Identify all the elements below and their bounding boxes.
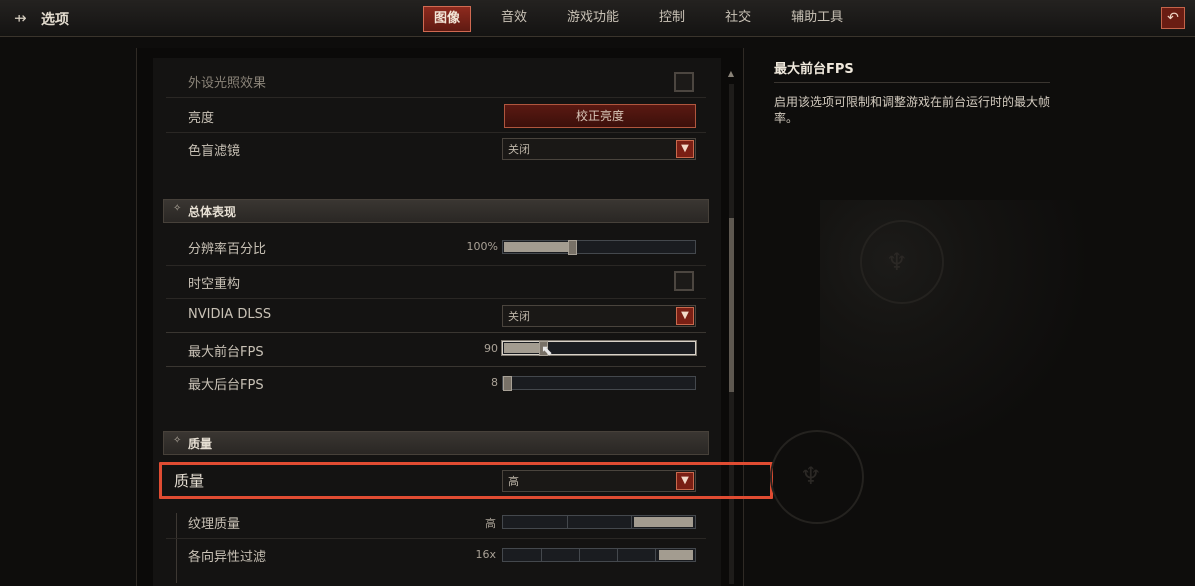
ambient-light-checkbox[interactable] [674, 72, 694, 92]
anisotropic-filtering-label: 各向异性过滤 [188, 550, 267, 565]
texture-quality-slider[interactable] [502, 515, 696, 529]
row-divider [166, 332, 706, 333]
colorblind-filter-label: 色盲滤镜 [188, 144, 241, 159]
tab-bar: 图像 音效 游戏功能 控制 社交 辅助工具 [423, 6, 873, 32]
highlight-annotation-box [159, 462, 773, 499]
section-quality[interactable]: ✧ 质量 [163, 431, 709, 455]
tab-graphics[interactable]: 图像 [423, 6, 472, 32]
anisotropic-filtering-value: 16x [475, 548, 496, 561]
slider-tick [655, 549, 656, 561]
row-divider [166, 265, 706, 266]
slider-fill [504, 242, 571, 252]
colorblind-filter-dropdown[interactable]: 关闭 ▼ [502, 138, 696, 160]
tab-accessibility[interactable]: 辅助工具 [781, 6, 853, 30]
slider-tick [567, 516, 568, 528]
slider-tick [631, 516, 632, 528]
tab-controls[interactable]: 控制 [649, 6, 695, 30]
dropdown-arrow-icon: ▼ [676, 140, 694, 158]
max-background-fps-value: 8 [491, 376, 498, 389]
temporal-reconstruction-checkbox[interactable] [674, 271, 694, 291]
slider-fill [659, 550, 693, 560]
subsetting-guide-line [176, 513, 177, 583]
dropdown-value: 关闭 [508, 143, 530, 156]
scroll-up-arrow-icon[interactable]: ▲ [726, 68, 736, 80]
section-title: 质量 [188, 437, 213, 451]
mouse-cursor-icon: ⬉ [541, 343, 553, 359]
texture-quality-value: 高 [485, 517, 496, 530]
description-title: 最大前台FPS [774, 62, 854, 77]
brightness-label: 亮度 [188, 111, 215, 126]
resolution-scale-label: 分辨率百分比 [188, 242, 267, 257]
nvidia-dlss-label: NVIDIA DLSS [188, 307, 272, 322]
scrollbar-thumb[interactable] [729, 218, 734, 392]
slider-fill [504, 343, 542, 353]
max-background-fps-slider[interactable] [502, 376, 696, 391]
dropdown-value: 关闭 [508, 310, 530, 323]
temporal-reconstruction-label: 时空重构 [188, 277, 241, 292]
back-button[interactable]: ↶ [1161, 7, 1185, 29]
top-bar: ⇸ 选项 图像 音效 游戏功能 控制 社交 辅助工具 ↶ [0, 0, 1195, 37]
row-divider [166, 97, 706, 98]
slider-thumb[interactable] [503, 376, 512, 391]
ambient-light-label: 外设光照效果 [188, 76, 267, 91]
background-rune-art: ♆ ♆ [770, 200, 1195, 586]
dropdown-arrow-icon: ▼ [676, 307, 694, 325]
slider-tick [541, 549, 542, 561]
max-background-fps-label: 最大后台FPS [188, 378, 264, 393]
tab-sound[interactable]: 音效 [491, 6, 537, 30]
anisotropic-filtering-slider[interactable] [502, 548, 696, 562]
resolution-scale-slider[interactable] [502, 240, 696, 255]
texture-quality-label: 纹理质量 [188, 517, 241, 532]
rune-glyph-icon: ♆ [886, 248, 908, 276]
slider-fill [634, 517, 693, 527]
section-diamond-icon: ✧ [173, 203, 182, 214]
max-foreground-fps-label: 最大前台FPS [188, 345, 264, 360]
row-divider [166, 538, 706, 539]
max-foreground-fps-value: 90 [484, 342, 498, 355]
tab-social[interactable]: 社交 [715, 6, 761, 30]
return-arrow-icon: ↶ [1167, 10, 1179, 26]
description-divider [774, 82, 1050, 83]
options-arrow-icon: ⇸ [14, 9, 27, 27]
max-foreground-fps-slider[interactable] [502, 341, 696, 356]
section-diamond-icon: ✧ [173, 435, 182, 446]
nvidia-dlss-dropdown[interactable]: 关闭 ▼ [502, 305, 696, 327]
row-divider [166, 366, 706, 367]
slider-tick [579, 549, 580, 561]
rune-glyph-icon: ♆ [800, 462, 822, 490]
slider-tick [617, 549, 618, 561]
tab-gameplay[interactable]: 游戏功能 [557, 6, 629, 30]
calibrate-brightness-button[interactable]: 校正亮度 [504, 104, 696, 128]
options-title: 选项 [41, 12, 69, 28]
section-overall-performance[interactable]: ✧ 总体表现 [163, 199, 709, 223]
row-divider [166, 298, 706, 299]
slider-thumb[interactable] [568, 240, 577, 255]
resolution-scale-value: 100% [466, 240, 498, 253]
description-text: 启用该选项可限制和调整游戏在前台运行时的最大帧率。 [774, 95, 1051, 125]
section-title: 总体表现 [188, 205, 237, 219]
row-divider [166, 132, 706, 133]
